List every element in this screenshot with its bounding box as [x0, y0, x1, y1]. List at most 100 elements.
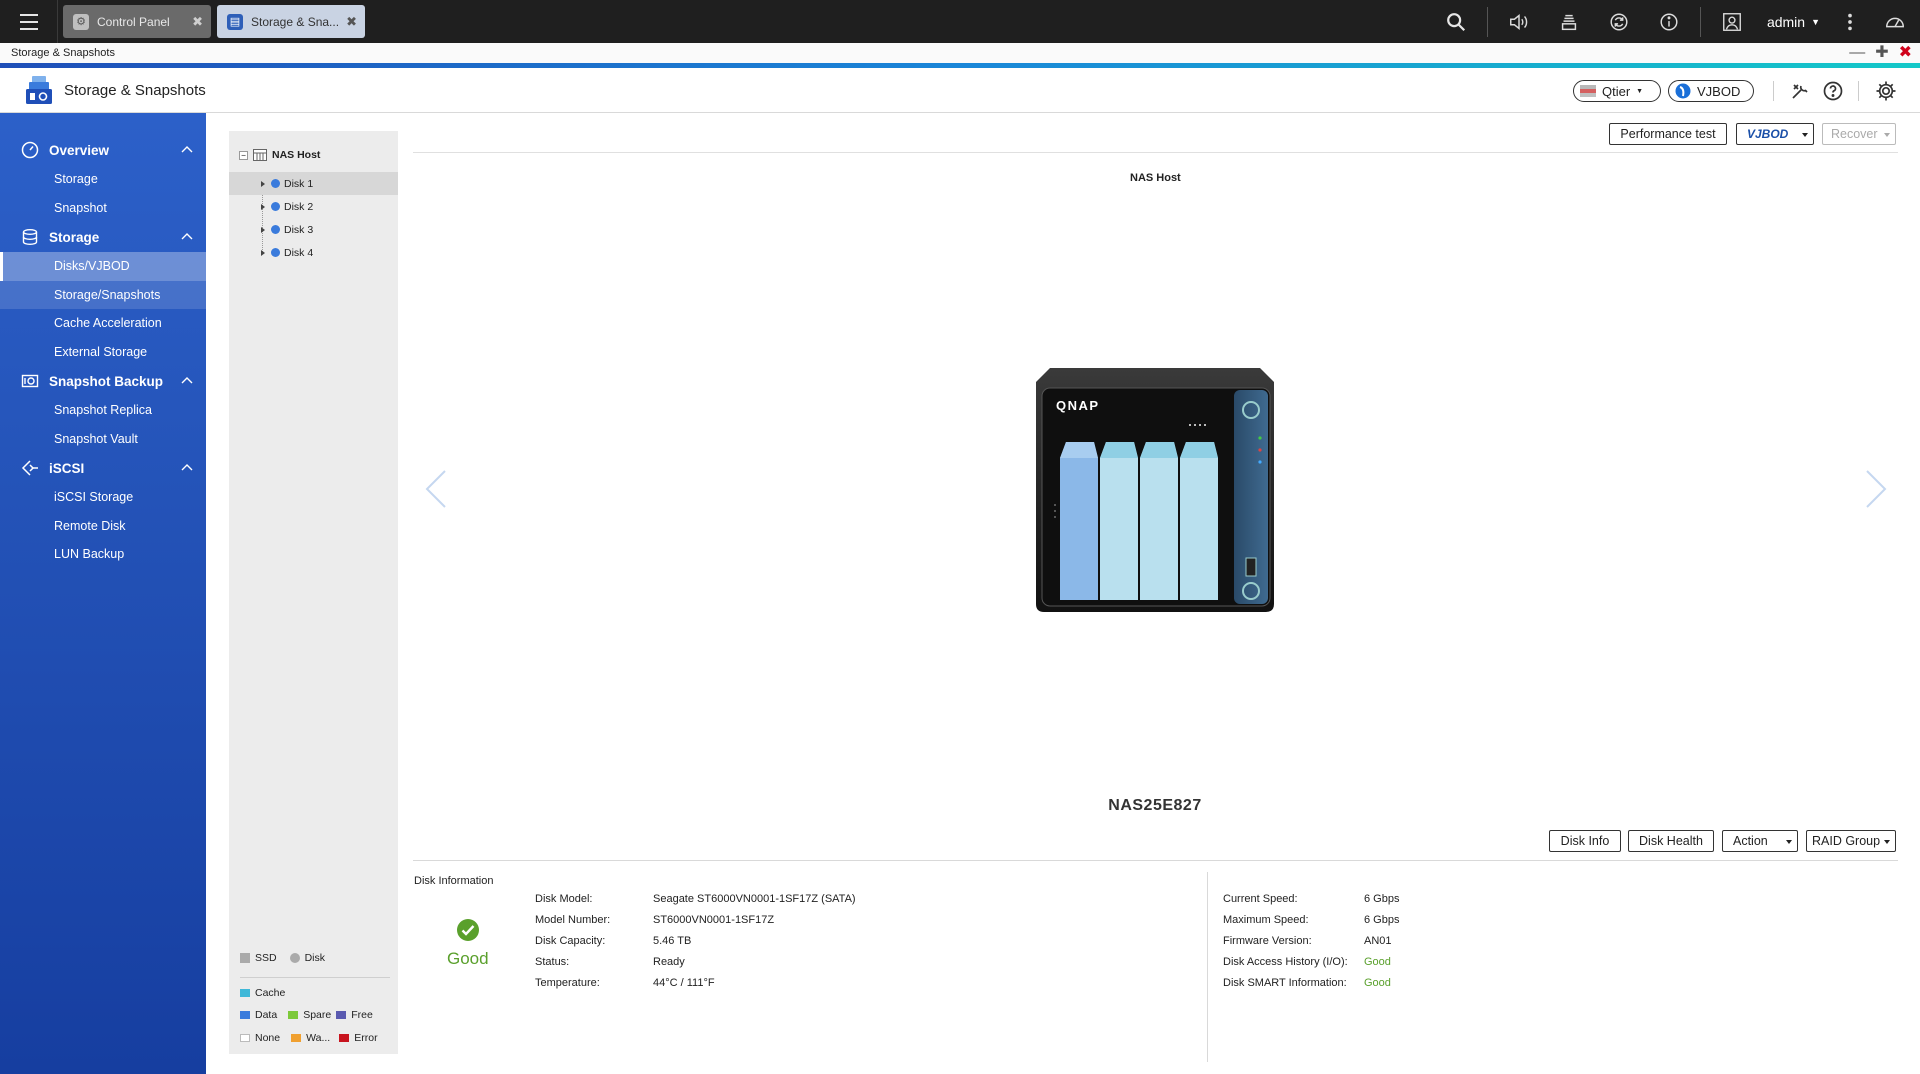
sidebar-item-snapshot-replica[interactable]: Snapshot Replica — [0, 396, 206, 425]
tree-item-disk-1[interactable]: Disk 1 — [229, 172, 398, 195]
tab-label: Storage & Sna... — [251, 14, 340, 29]
performance-test-button[interactable]: Performance test — [1609, 123, 1727, 145]
qtier-button[interactable]: Qtier ▼ — [1573, 80, 1661, 102]
sidebar-section-label: Overview — [49, 142, 110, 158]
collapse-icon[interactable]: − — [239, 150, 248, 160]
info-icon[interactable] — [1644, 0, 1694, 43]
vjbod-button[interactable]: VJBOD — [1668, 80, 1754, 102]
expand-arrow-icon[interactable] — [261, 180, 265, 187]
expand-arrow-icon[interactable] — [261, 203, 265, 210]
raid-group-dropdown[interactable]: RAID Group — [1806, 830, 1896, 852]
sidebar-item-lun-backup[interactable]: LUN Backup — [0, 540, 206, 569]
iscsi-icon — [20, 458, 40, 478]
expand-arrow-icon[interactable] — [261, 249, 265, 256]
user-menu[interactable]: admin ▼ — [1757, 14, 1830, 30]
disk-health-status: Good — [447, 949, 489, 968]
nas-device-image[interactable]: QNAP — [1034, 364, 1278, 616]
legend-cache: Cache — [240, 987, 285, 999]
chevron-up-icon — [181, 464, 193, 471]
main-menu-button[interactable] — [0, 0, 58, 43]
sidebar-section-iscsi[interactable]: iSCSI — [0, 453, 206, 483]
button-label: Action — [1733, 834, 1768, 848]
vjbod-icon — [1675, 83, 1691, 99]
legend-label: Data — [255, 1009, 278, 1021]
info-row: Temperature: 44°C / 111°F — [535, 973, 856, 994]
chevron-up-icon — [181, 377, 193, 384]
sidebar-section-label: iSCSI — [49, 460, 85, 476]
info-row: Disk Model: Seagate ST6000VN0001-1SF17Z (… — [535, 889, 856, 910]
sidebar-item-iscsi-storage[interactable]: iSCSI Storage — [0, 483, 206, 512]
vjbod-logo-text: VJBOD — [1747, 127, 1789, 141]
sidebar-section-storage[interactable]: Storage — [0, 222, 206, 252]
disk-health-button[interactable]: Disk Health — [1628, 830, 1714, 852]
tab-label: Control Panel — [97, 14, 170, 29]
info-row: Disk Capacity: 5.46 TB — [535, 931, 856, 952]
tree-item-label: Disk 1 — [284, 177, 314, 190]
info-row: Firmware Version: AN01 — [1223, 931, 1399, 952]
sidebar-item-snapshot-vault[interactable]: Snapshot Vault — [0, 425, 206, 454]
expand-arrow-icon[interactable] — [261, 226, 265, 233]
close-icon[interactable]: ✖ — [1899, 43, 1912, 63]
info-key: Current Speed: — [1223, 893, 1298, 905]
info-key: Status: — [535, 956, 570, 968]
sidebar: Overview Storage Snapshot Storage Disks/… — [0, 113, 206, 1074]
storage-app-icon: ▤ — [227, 13, 243, 30]
tab-control-panel[interactable]: ⚙ Control Panel ✖ — [63, 5, 211, 38]
button-label: RAID Group — [1812, 834, 1881, 848]
info-row: Model Number: ST6000VN0001-1SF17Z — [535, 910, 856, 931]
action-dropdown[interactable]: Action — [1722, 830, 1798, 852]
sidebar-section-overview[interactable]: Overview — [0, 135, 206, 165]
sync-icon[interactable] — [1594, 0, 1644, 43]
qtier-icon — [1580, 85, 1596, 97]
sidebar-item-remote-disk[interactable]: Remote Disk — [0, 512, 206, 541]
chevron-up-icon — [181, 146, 193, 153]
tools-icon[interactable] — [1788, 79, 1812, 103]
info-value: Seagate ST6000VN0001-1SF17Z (SATA) — [653, 893, 856, 905]
divider — [413, 860, 1898, 861]
previous-arrow-icon[interactable] — [421, 468, 451, 510]
sidebar-section-label: Storage — [49, 229, 100, 245]
legend-disk-types: SSD Disk — [240, 952, 325, 964]
close-icon[interactable]: ✖ — [346, 14, 357, 30]
search-icon[interactable] — [1431, 0, 1481, 43]
disk-tree-panel: − NAS Host Disk 1 Disk 2 Disk 3 Disk 4 S… — [229, 131, 398, 1054]
button-label: Disk Health — [1639, 834, 1703, 848]
warning-swatch — [291, 1034, 302, 1042]
info-value: 6 Gbps — [1364, 893, 1400, 905]
app-title: Storage & Snapshots — [64, 81, 206, 99]
os-taskbar: ⚙ Control Panel ✖ ▤ Storage & Sna... ✖ a… — [0, 0, 1920, 43]
dashboard-gauge-icon[interactable] — [1870, 0, 1920, 43]
divider — [240, 977, 390, 978]
sidebar-item-cache-acceleration[interactable]: Cache Acceleration — [0, 309, 206, 338]
info-row: Maximum Speed: 6 Gbps — [1223, 910, 1399, 931]
settings-icon[interactable] — [1874, 79, 1898, 103]
sidebar-item-snapshot[interactable]: Snapshot — [0, 194, 206, 223]
vjbod-dropdown[interactable]: VJBOD — [1736, 123, 1814, 145]
caret-down-icon: ▼ — [1636, 87, 1644, 95]
tab-storage-snapshots[interactable]: ▤ Storage & Sna... ✖ — [217, 5, 365, 38]
disk-info-button[interactable]: Disk Info — [1549, 830, 1621, 852]
error-swatch — [339, 1034, 350, 1042]
sidebar-item-disks-vjbod[interactable]: Disks/VJBOD — [0, 252, 206, 281]
sidebar-section-snapshot-backup[interactable]: Snapshot Backup — [0, 366, 206, 396]
info-key: Disk Capacity: — [535, 935, 606, 947]
help-icon[interactable] — [1821, 79, 1845, 103]
recover-dropdown[interactable]: Recover — [1822, 123, 1896, 145]
maximize-icon[interactable]: ✚ — [1875, 43, 1888, 63]
close-icon[interactable]: ✖ — [192, 14, 203, 30]
sidebar-item-storage-snapshots[interactable]: Storage/Snapshots — [0, 280, 206, 309]
user-avatar-icon[interactable] — [1707, 0, 1757, 43]
info-key: Disk SMART Information: — [1223, 977, 1347, 989]
task-stack-icon[interactable] — [1544, 0, 1594, 43]
tree-root-nas-host[interactable]: − NAS Host — [239, 149, 320, 161]
next-arrow-icon[interactable] — [1861, 468, 1891, 510]
sidebar-item-external-storage[interactable]: External Storage — [0, 338, 206, 367]
more-options-icon[interactable] — [1830, 0, 1870, 43]
volume-icon[interactable] — [1494, 0, 1544, 43]
tree-item-disk-2[interactable]: Disk 2 — [229, 195, 398, 218]
minimize-icon[interactable]: — — [1849, 43, 1865, 63]
button-label: Disk Info — [1560, 834, 1610, 848]
sidebar-item-storage-overview[interactable]: Storage — [0, 165, 206, 194]
tree-item-disk-3[interactable]: Disk 3 — [229, 218, 398, 241]
tree-item-disk-4[interactable]: Disk 4 — [229, 241, 398, 264]
